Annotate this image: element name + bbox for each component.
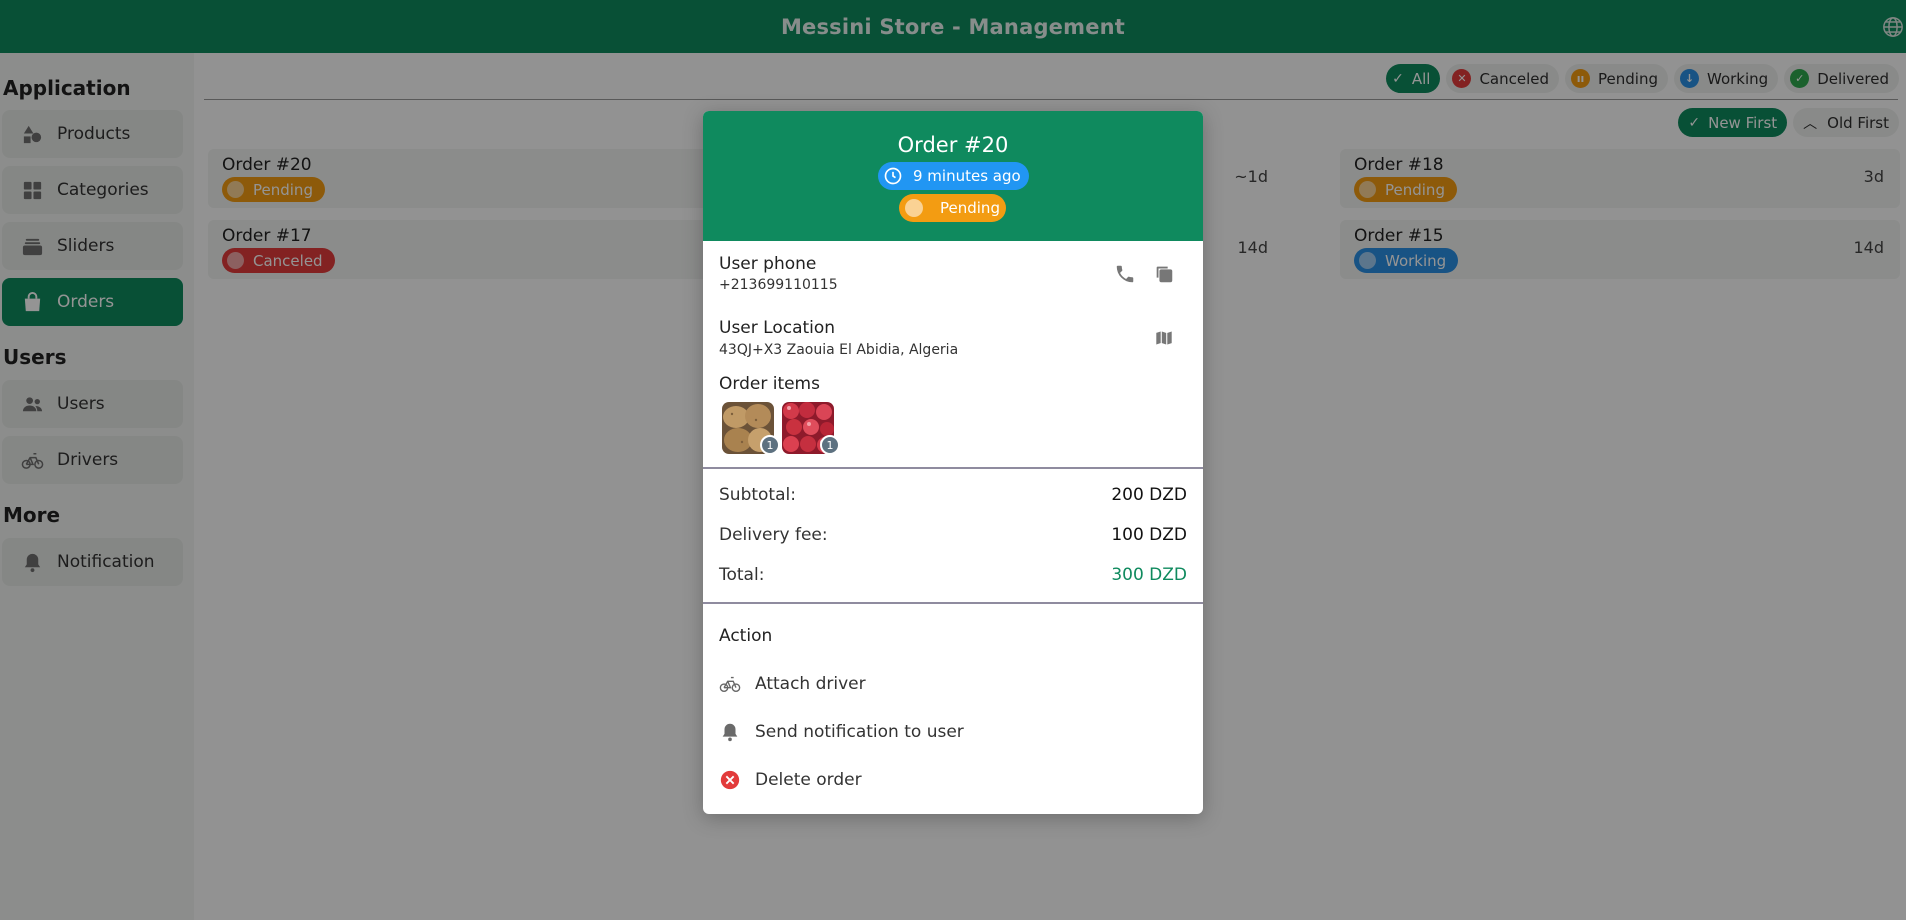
- subtotal-label: Subtotal:: [719, 485, 796, 505]
- time-ago-badge: 9 minutes ago: [878, 162, 1029, 190]
- call-button[interactable]: [1112, 261, 1138, 287]
- status-badge: Pending: [899, 194, 1006, 222]
- total-value: 300 DZD: [1111, 565, 1187, 585]
- bicycle-icon: [719, 673, 741, 695]
- user-phone-value: +213699110115: [719, 277, 838, 293]
- open-map-button[interactable]: [1151, 325, 1177, 351]
- total-label: Total:: [719, 565, 765, 585]
- action-label: Delete order: [755, 770, 862, 790]
- phone-icon: [1116, 265, 1134, 283]
- dialog-title: Order #20: [897, 133, 1009, 157]
- send-notification-button[interactable]: Send notification to user: [719, 715, 1187, 749]
- pending-icon: [905, 199, 923, 217]
- section-divider: [703, 602, 1203, 604]
- map-icon: [1155, 329, 1173, 347]
- attach-driver-button[interactable]: Attach driver: [719, 667, 1187, 701]
- delivery-fee-value: 100 DZD: [1111, 525, 1187, 545]
- item-quantity-badge: 1: [760, 435, 780, 455]
- delete-order-button[interactable]: Delete order: [719, 763, 1187, 797]
- action-label: Attach driver: [755, 674, 866, 694]
- item-quantity-badge: 1: [820, 435, 840, 455]
- order-items-label: Order items: [719, 374, 820, 394]
- subtotal-value: 200 DZD: [1111, 485, 1187, 505]
- bell-icon: [719, 721, 741, 743]
- dialog-header: Order #20 9 minutes ago Pending: [703, 111, 1203, 241]
- copy-icon: [1156, 266, 1173, 283]
- user-location-label: User Location: [719, 318, 836, 338]
- action-label: Send notification to user: [755, 722, 964, 742]
- section-divider: [703, 467, 1203, 469]
- user-location-value: 43QJ+X3 Zaouia El Abidia, Algeria: [719, 342, 959, 358]
- user-phone-label: User phone: [719, 254, 817, 274]
- copy-button[interactable]: [1151, 261, 1177, 287]
- delivery-fee-label: Delivery fee:: [719, 525, 828, 545]
- delete-icon: [719, 769, 741, 791]
- order-detail-dialog: Order #20 9 minutes ago Pending User pho…: [703, 111, 1203, 814]
- status-label: Pending: [940, 199, 1000, 217]
- time-ago-label: 9 minutes ago: [913, 167, 1021, 185]
- action-section-title: Action: [719, 626, 773, 646]
- clock-icon: [884, 167, 902, 185]
